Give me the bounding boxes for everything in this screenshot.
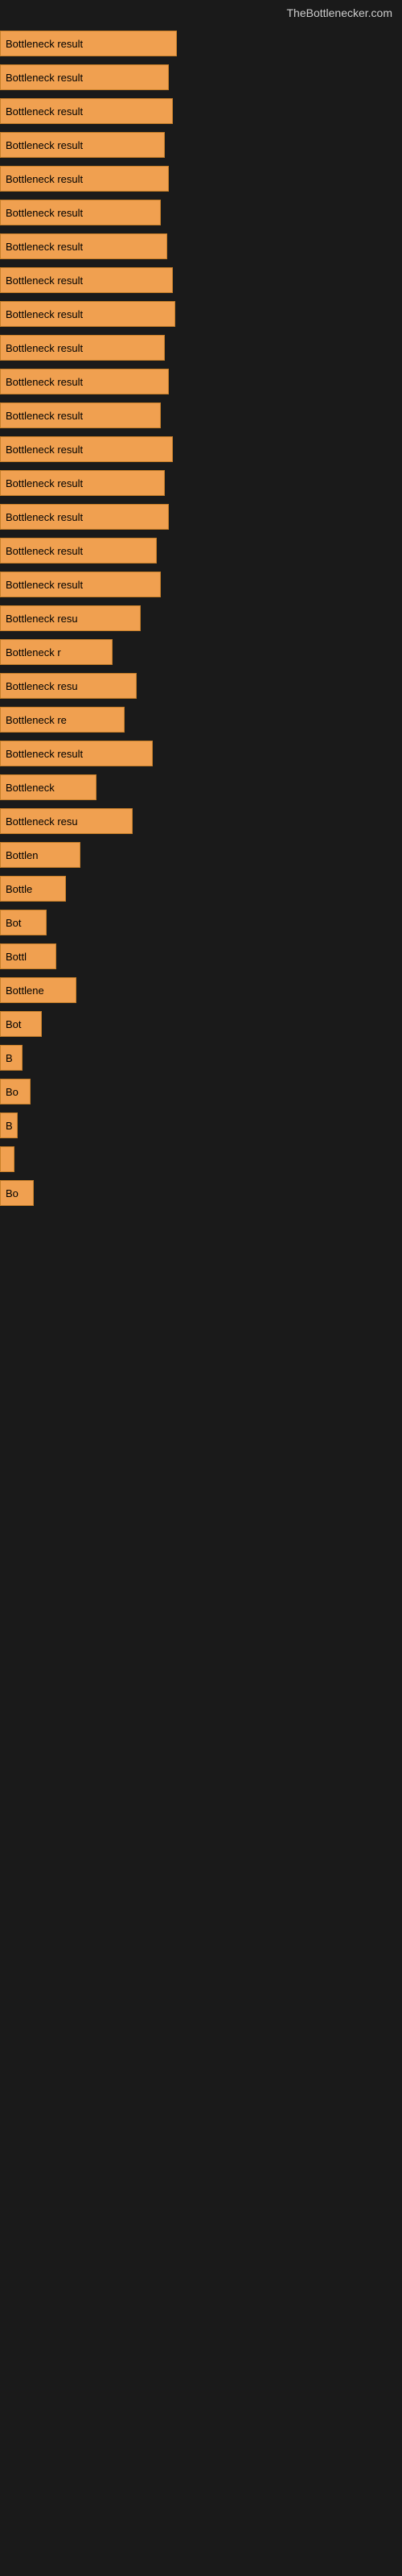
bar-row: Bottleneck result — [0, 230, 402, 262]
bottleneck-bar[interactable]: Bottleneck re — [0, 707, 125, 733]
bottleneck-bar[interactable]: Bottlen — [0, 842, 80, 868]
bottleneck-bar[interactable]: Bottleneck result — [0, 166, 169, 192]
bottleneck-bar[interactable]: Bottle — [0, 876, 66, 902]
bottleneck-bar[interactable]: Bottleneck — [0, 774, 96, 800]
bar-row: Bottleneck result — [0, 95, 402, 127]
bottleneck-bar[interactable]: Bottleneck result — [0, 200, 161, 225]
bottleneck-bar[interactable]: Bottlene — [0, 977, 76, 1003]
bottleneck-bar[interactable]: Bot — [0, 1011, 42, 1037]
bottleneck-bar[interactable]: Bottleneck result — [0, 233, 167, 259]
bar-row: Bottleneck result — [0, 163, 402, 195]
bar-row: Bottlen — [0, 839, 402, 871]
bottleneck-bar[interactable]: Bottleneck result — [0, 402, 161, 428]
bar-row: Bottleneck — [0, 771, 402, 803]
bar-row: Bot — [0, 1008, 402, 1040]
bar-row: Bottleneck resu — [0, 670, 402, 702]
bar-row: Bottleneck result — [0, 129, 402, 161]
bar-row: Bottleneck result — [0, 568, 402, 601]
bottleneck-bar[interactable]: B — [0, 1113, 18, 1138]
bar-row: Bottleneck result — [0, 399, 402, 431]
bottleneck-bar[interactable]: Bottleneck result — [0, 335, 165, 361]
bottleneck-bar[interactable]: Bo — [0, 1079, 31, 1104]
bar-row: B — [0, 1109, 402, 1141]
bar-row: Bot — [0, 906, 402, 939]
bottleneck-bar[interactable]: Bottleneck result — [0, 98, 173, 124]
bottleneck-bar[interactable]: Bottleneck result — [0, 369, 169, 394]
bar-row: Bottleneck r — [0, 636, 402, 668]
bottleneck-bar[interactable]: Bottleneck resu — [0, 808, 133, 834]
bottleneck-bar[interactable]: Bottleneck r — [0, 639, 113, 665]
bottleneck-bar[interactable]: Bottl — [0, 943, 56, 969]
bar-row: Bottleneck re — [0, 704, 402, 736]
bar-row: Bottleneck resu — [0, 602, 402, 634]
bar-row: Bottleneck resu — [0, 805, 402, 837]
bar-row: Bo — [0, 1075, 402, 1108]
bar-row: Bottlene — [0, 974, 402, 1006]
bar-row: B — [0, 1042, 402, 1074]
bottleneck-bar[interactable]: Bottleneck result — [0, 31, 177, 56]
site-title: TheBottlenecker.com — [0, 0, 402, 23]
bottleneck-bar[interactable]: Bottleneck result — [0, 538, 157, 564]
bar-row: Bottleneck result — [0, 27, 402, 60]
bar-row: Bottleneck result — [0, 501, 402, 533]
bar-row: Bottleneck result — [0, 264, 402, 296]
bar-row: Bo — [0, 1177, 402, 1209]
bar-row: Bottleneck result — [0, 467, 402, 499]
bar-row: Bottle — [0, 873, 402, 905]
bar-row — [0, 1143, 402, 1175]
bottleneck-bar[interactable] — [0, 1146, 14, 1172]
bottleneck-bar[interactable]: Bottleneck result — [0, 741, 153, 766]
bottleneck-bar[interactable]: Bot — [0, 910, 47, 935]
bottleneck-bar[interactable]: Bottleneck result — [0, 572, 161, 597]
bottleneck-bar[interactable]: Bottleneck result — [0, 470, 165, 496]
bottleneck-bar[interactable]: Bottleneck result — [0, 436, 173, 462]
bar-row: Bottleneck result — [0, 365, 402, 398]
bar-row: Bottleneck result — [0, 737, 402, 770]
bottleneck-bar[interactable]: Bottleneck resu — [0, 605, 141, 631]
bar-row: Bottleneck result — [0, 61, 402, 93]
bottleneck-bar[interactable]: Bottleneck resu — [0, 673, 137, 699]
bottleneck-bar[interactable]: Bottleneck result — [0, 301, 175, 327]
bars-container: Bottleneck result Bottleneck result Bottle… — [0, 23, 402, 1216]
bottleneck-bar[interactable]: Bo — [0, 1180, 34, 1206]
bar-row: Bottleneck result — [0, 298, 402, 330]
bottleneck-bar[interactable]: B — [0, 1045, 23, 1071]
bottleneck-bar[interactable]: Bottleneck result — [0, 267, 173, 293]
bar-row: Bottl — [0, 940, 402, 972]
bar-row: Bottleneck result — [0, 332, 402, 364]
bottleneck-bar[interactable]: Bottleneck result — [0, 504, 169, 530]
bar-row: Bottleneck result — [0, 196, 402, 229]
bar-row: Bottleneck result — [0, 433, 402, 465]
bottleneck-bar[interactable]: Bottleneck result — [0, 64, 169, 90]
bottleneck-bar[interactable]: Bottleneck result — [0, 132, 165, 158]
bar-row: Bottleneck result — [0, 535, 402, 567]
